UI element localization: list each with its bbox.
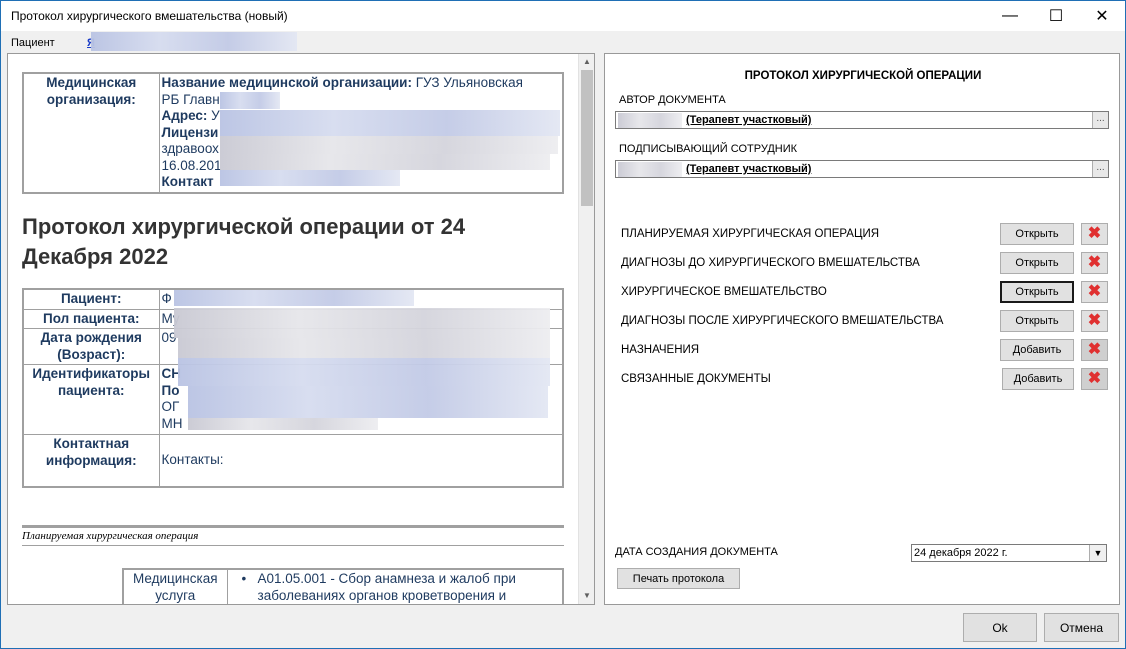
section-divider-bottom: [22, 545, 564, 546]
redacted-patient-name: [91, 32, 297, 51]
patient-label: Пациент: [11, 37, 55, 49]
ids-label: Идентификаторы пациента:: [22, 364, 160, 435]
org-address-label: Адрес:: [161, 108, 208, 123]
redacted-patient-4: [178, 358, 550, 386]
delete-x-icon: ✖: [1087, 341, 1102, 358]
minimize-button[interactable]: —: [987, 1, 1033, 31]
author-label: АВТОР ДОКУМЕНТА: [619, 94, 726, 106]
document-heading: Протокол хирургической операции от 24 Де…: [22, 214, 466, 269]
service-table: Медицинская услуга • A01.05.001 - Сбор а…: [122, 568, 564, 604]
contact-label: Контактная информация:: [22, 434, 160, 487]
ids-line3: ОГ: [161, 399, 180, 414]
delete-x-icon: ✖: [1087, 254, 1102, 271]
scroll-thumb[interactable]: [581, 70, 593, 206]
open-diagnoses-after-button[interactable]: Открыть: [1000, 310, 1074, 332]
bullet-icon: •: [241, 571, 247, 586]
redacted-signer: [618, 162, 682, 177]
delete-x-icon: ✖: [1087, 283, 1102, 300]
open-diagnoses-before-button[interactable]: Открыть: [1000, 252, 1074, 274]
creation-date-value: 24 декабря 2022 г.: [914, 547, 1008, 559]
org-name-value: ГУЗ Ульяновская: [415, 75, 523, 90]
delete-planned-operation-button[interactable]: ✖: [1081, 223, 1108, 245]
close-button[interactable]: ✕: [1079, 1, 1125, 31]
redacted-org-1: [220, 92, 280, 109]
delete-x-icon: ✖: [1087, 370, 1102, 387]
ids-line4: МН: [161, 415, 183, 431]
delete-diagnoses-before-button[interactable]: ✖: [1081, 252, 1108, 274]
form-title: ПРОТОКОЛ ХИРУРГИЧЕСКОЙ ОПЕРАЦИИ: [744, 70, 982, 82]
contact-value: Контакты:: [158, 434, 564, 487]
service-item: A01.05.001 - Сбор анамнеза и жалоб при з…: [257, 571, 516, 603]
signer-select-button[interactable]: ...: [1092, 161, 1108, 177]
open-planned-operation-button[interactable]: Открыть: [1000, 223, 1074, 245]
delete-prescriptions-button[interactable]: ✖: [1081, 339, 1108, 361]
org-name-label: Название медицинской организации:: [161, 75, 412, 90]
chevron-down-icon[interactable]: ▼: [1089, 545, 1106, 561]
patient-table-label: Пациент:: [22, 288, 160, 310]
redacted-org-4: [220, 154, 550, 170]
maximize-button[interactable]: ☐: [1033, 1, 1079, 31]
redacted-patient-3: [178, 338, 550, 358]
scroll-up-icon[interactable]: ▲: [579, 54, 594, 70]
redacted-patient-6: [188, 418, 378, 430]
org-label: Медицинская организация:: [22, 72, 160, 193]
dialog-window: Протокол хирургического вмешательства (н…: [0, 0, 1126, 649]
section-label-diagnoses-after: ДИАГНОЗЫ ПОСЛЕ ХИРУРГИЧЕСКОГО ВМЕШАТЕЛЬС…: [621, 315, 944, 327]
section-label-prescriptions: НАЗНАЧЕНИЯ: [621, 344, 700, 356]
org-name-value2: РБ Главн: [161, 91, 220, 107]
section-label-related-docs: СВЯЗАННЫЕ ДОКУМЕНТЫ: [621, 373, 771, 385]
org-license-label: Лицензи: [161, 124, 219, 140]
redacted-org-2: [220, 110, 560, 136]
redacted-org-5: [220, 170, 400, 186]
document-preview[interactable]: Медицинская организация: Название медици…: [7, 53, 595, 605]
cancel-button[interactable]: Отмена: [1044, 613, 1119, 642]
section-title: Планируемая хирургическая операция: [22, 530, 199, 542]
section-label-planned-operation: ПЛАНИРУЕМАЯ ХИРУРГИЧЕСКАЯ ОПЕРАЦИЯ: [621, 228, 880, 240]
creation-date-picker[interactable]: 24 декабря 2022 г. ▼: [911, 544, 1107, 562]
author-field[interactable]: (Терапевт участковый) ...: [615, 111, 1109, 129]
redacted-patient-1: [174, 290, 414, 306]
redacted-patient-5: [188, 386, 548, 418]
signer-field[interactable]: (Терапевт участковый) ...: [615, 160, 1109, 178]
delete-x-icon: ✖: [1087, 312, 1102, 329]
section-divider-top: [22, 525, 564, 528]
creation-date-label: ДАТА СОЗДАНИЯ ДОКУМЕНТА: [615, 546, 778, 558]
vertical-scrollbar[interactable]: ▲ ▼: [578, 54, 594, 604]
section-label-surgery: ХИРУРГИЧЕСКОЕ ВМЕШАТЕЛЬСТВО: [621, 286, 827, 298]
sex-label: Пол пациента:: [22, 308, 160, 329]
org-license-line: здравоох: [161, 141, 219, 156]
org-contacts-label: Контакт: [161, 174, 214, 189]
add-prescription-button[interactable]: Добавить: [1000, 339, 1074, 361]
ids-line2: По: [161, 382, 180, 398]
redacted-author: [618, 113, 682, 128]
author-select-button[interactable]: ...: [1092, 112, 1108, 128]
window-title: Протокол хирургического вмешательства (н…: [11, 9, 288, 23]
redacted-org-3: [220, 136, 558, 154]
signer-label: ПОДПИСЫВАЮЩИЙ СОТРУДНИК: [619, 143, 798, 155]
service-label: Медицинская услуга: [122, 568, 228, 604]
protocol-form: ПРОТОКОЛ ХИРУРГИЧЕСКОЙ ОПЕРАЦИИ АВТОР ДО…: [604, 53, 1120, 605]
section-label-diagnoses-before: ДИАГНОЗЫ ДО ХИРУРГИЧЕСКОГО ВМЕШАТЕЛЬСТВА: [621, 257, 920, 269]
service-item-cell: • A01.05.001 - Сбор анамнеза и жалоб при…: [226, 568, 564, 604]
scroll-down-icon[interactable]: ▼: [579, 588, 594, 604]
org-license-date: 16.08.201: [161, 157, 222, 173]
delete-surgery-button[interactable]: ✖: [1081, 281, 1108, 303]
print-protocol-button[interactable]: Печать протокола: [617, 568, 740, 589]
document-content: Медицинская организация: Название медици…: [8, 54, 580, 604]
author-value: (Терапевт участковый): [686, 114, 812, 126]
signer-value: (Терапевт участковый): [686, 163, 812, 175]
ok-button[interactable]: Ok: [963, 613, 1037, 642]
dob-label: Дата рождения (Возраст):: [22, 328, 160, 365]
open-surgery-button[interactable]: Открыть: [1000, 281, 1074, 303]
org-address-value: У: [211, 108, 220, 123]
delete-x-icon: ✖: [1087, 225, 1102, 242]
redacted-patient-2: [174, 308, 550, 338]
delete-related-docs-button[interactable]: ✖: [1081, 368, 1108, 390]
title-bar: Протокол хирургического вмешательства (н…: [1, 1, 1125, 31]
delete-diagnoses-after-button[interactable]: ✖: [1081, 310, 1108, 332]
add-related-doc-button[interactable]: Добавить: [1002, 368, 1074, 390]
